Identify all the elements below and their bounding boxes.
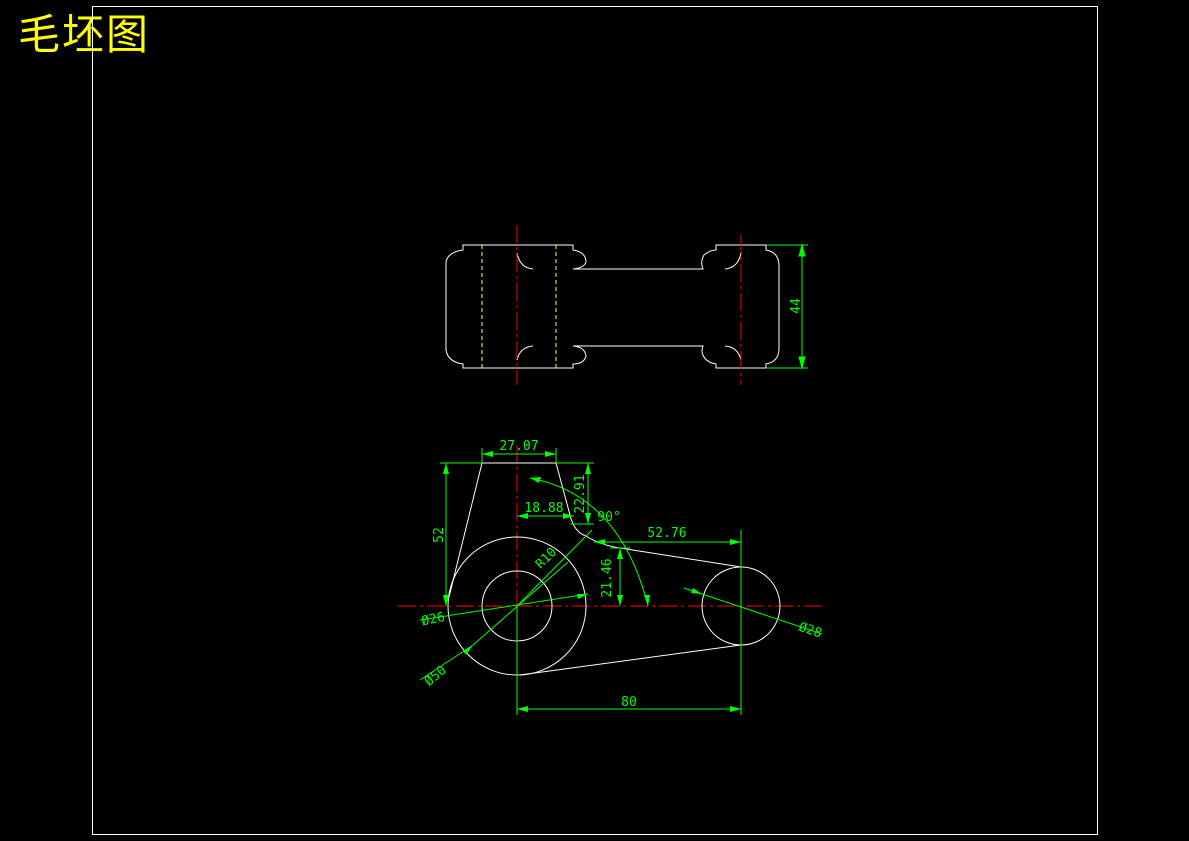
lever-arm-lower [519,644,742,676]
dim-90-label: 90° [597,510,620,525]
top-view-boss-arc-right-bottom [724,345,742,361]
dim-52-label: 52 [432,527,447,543]
dim-18-88-label: 18.88 [524,501,563,516]
top-view-boss-arc-left-top [516,252,534,270]
drawing-frame [92,6,1098,835]
front-view-arrowheads [443,451,741,712]
dim-27-07-label: 27.07 [499,439,538,454]
top-view [445,244,780,369]
lever-arm-upper [448,462,742,598]
dim-80-label: 80 [621,695,637,710]
dim-44-label: 44 [789,298,804,314]
top-view-boss-arc-left-bottom [516,345,534,361]
dim-22-91-label: 22.91 [573,474,588,513]
front-view-dimensions [419,448,823,715]
dim-dia-50-label: Ø50 [422,663,450,690]
dim-52-76-label: 52.76 [647,526,686,541]
dim-dia-28-label: Ø28 [797,620,824,642]
dim-21-46-label: 21.46 [600,558,615,597]
top-view-boss-arc-right-top [724,252,742,270]
top-view-hidden-lines [481,245,557,368]
cad-drawing: 44 27.07 52 22.91 18.88 90° 52.76 R10 21… [92,6,1098,835]
top-view-outline [445,244,780,369]
dim-dia-26-label: Ø26 [420,610,446,630]
